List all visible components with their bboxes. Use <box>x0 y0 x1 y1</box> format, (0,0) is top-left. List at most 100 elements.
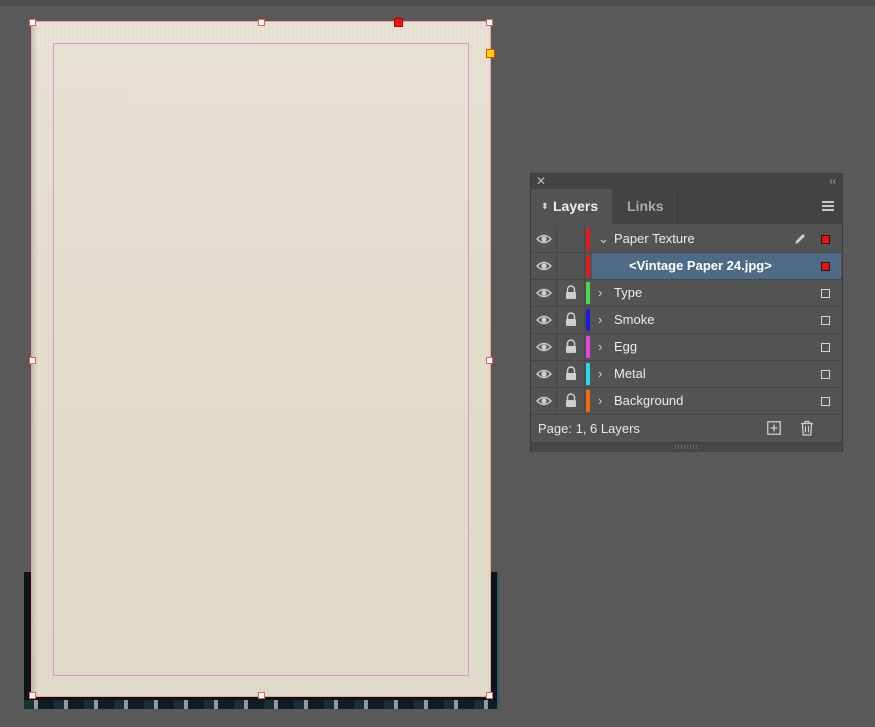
layer-name-area[interactable]: › Metal <box>592 361 841 387</box>
layer-list: ⌄ Paper Texture <Vintage Paper 24.jpg> ›… <box>531 226 842 415</box>
layer-name-area[interactable]: › Egg <box>592 334 841 360</box>
chevron-right-icon[interactable]: › <box>598 307 602 333</box>
layer-name: Smoke <box>614 312 655 327</box>
frame-handle-top-center[interactable] <box>258 19 265 26</box>
layer-name-area[interactable]: ⌄ Paper Texture <box>592 226 841 252</box>
panel-tabbar: ⬍ Layers Links <box>531 189 842 224</box>
layer-name-area[interactable]: <Vintage Paper 24.jpg> <box>592 253 841 279</box>
layer-row-metal[interactable]: › Metal <box>531 361 842 388</box>
frame-handle-middle-left[interactable] <box>29 357 36 364</box>
top-strip <box>0 0 875 6</box>
eye-icon <box>536 369 552 379</box>
layers-panel: ✕ ‹‹ ⬍ Layers Links ⌄ Paper Texture <Vin… <box>530 173 843 452</box>
lock-toggle[interactable] <box>557 280 585 306</box>
tab-label: Layers <box>553 198 599 214</box>
layer-color-swatch <box>586 228 590 250</box>
pasteboard[interactable]: ✕ ‹‹ ⬍ Layers Links ⌄ Paper Texture <Vin… <box>0 0 875 727</box>
chevron-right-icon[interactable]: › <box>598 280 602 306</box>
layer-count-status: Page: 1, 6 Layers <box>538 421 640 436</box>
panel-footer: Page: 1, 6 Layers <box>531 415 842 443</box>
frame-handle-top-right[interactable] <box>486 19 493 26</box>
layer-color-swatch <box>586 309 590 331</box>
layer-name: Type <box>614 285 643 300</box>
visibility-toggle[interactable] <box>531 226 557 252</box>
eye-icon <box>536 396 552 406</box>
selection-indicator[interactable] <box>821 262 830 271</box>
visibility-toggle[interactable] <box>531 334 557 360</box>
eye-icon <box>536 342 552 352</box>
layer-name-area[interactable]: › Background <box>592 388 841 414</box>
lock-icon <box>566 393 576 407</box>
lock-toggle[interactable] <box>557 388 585 414</box>
lock-icon <box>566 285 576 299</box>
chevron-right-icon[interactable]: › <box>598 361 602 387</box>
eye-icon <box>536 261 552 271</box>
new-layer-icon[interactable] <box>767 421 781 435</box>
panel-titlebar[interactable]: ✕ ‹‹ <box>531 174 842 189</box>
visibility-toggle[interactable] <box>531 253 557 279</box>
selection-indicator[interactable] <box>821 370 830 379</box>
pen-icon <box>795 234 805 244</box>
layer-row-egg[interactable]: › Egg <box>531 334 842 361</box>
panel-menu-icon[interactable] <box>822 201 834 211</box>
background-artwork-edge <box>24 700 497 709</box>
eye-icon <box>536 288 552 298</box>
layer-name: <Vintage Paper 24.jpg> <box>629 258 772 273</box>
layer-name: Paper Texture <box>614 231 695 246</box>
visibility-toggle[interactable] <box>531 280 557 306</box>
tab-layers[interactable]: ⬍ Layers <box>531 189 612 224</box>
lock-toggle[interactable] <box>557 226 585 252</box>
layer-color-swatch <box>586 336 590 358</box>
chevron-down-icon[interactable]: ⌄ <box>598 226 609 252</box>
lock-toggle[interactable] <box>557 334 585 360</box>
lock-toggle[interactable] <box>557 361 585 387</box>
layer-row-paper-texture[interactable]: ⌄ Paper Texture <box>531 226 842 253</box>
layer-name-area[interactable]: › Type <box>592 280 841 306</box>
grip-icon <box>675 445 699 449</box>
selection-indicator[interactable] <box>821 397 830 406</box>
frame-handle-top-left[interactable] <box>29 19 36 26</box>
selection-indicator[interactable] <box>821 316 830 325</box>
layer-color-swatch <box>586 282 590 304</box>
chevron-right-icon[interactable]: › <box>598 388 602 414</box>
selection-indicator[interactable] <box>821 289 830 298</box>
layer-name: Metal <box>614 366 646 381</box>
selection-indicator[interactable] <box>821 235 830 244</box>
margin-guide <box>53 43 469 676</box>
frame-handle-middle-right[interactable] <box>486 357 493 364</box>
layer-row-smoke[interactable]: › Smoke <box>531 307 842 334</box>
frame-handle-bottom-center[interactable] <box>258 692 265 699</box>
eye-icon <box>536 315 552 325</box>
lock-icon <box>566 366 576 380</box>
layer-row-type[interactable]: › Type <box>531 280 842 307</box>
trash-icon[interactable] <box>800 420 814 436</box>
visibility-toggle[interactable] <box>531 307 557 333</box>
tab-label: Links <box>627 198 664 214</box>
selection-indicator[interactable] <box>821 343 830 352</box>
frame-handle-bottom-right[interactable] <box>486 692 493 699</box>
visibility-toggle[interactable] <box>531 361 557 387</box>
eye-icon <box>536 234 552 244</box>
tab-links[interactable]: Links <box>613 189 678 224</box>
visibility-toggle[interactable] <box>531 388 557 414</box>
lock-toggle[interactable] <box>557 307 585 333</box>
layer-name: Egg <box>614 339 638 354</box>
chevron-right-icon[interactable]: › <box>598 334 602 360</box>
close-icon[interactable]: ✕ <box>536 174 546 189</box>
panel-resize-grip[interactable] <box>531 442 842 452</box>
layer-row-vintage-paper[interactable]: <Vintage Paper 24.jpg> <box>531 253 842 280</box>
frame-handle-bottom-left[interactable] <box>29 692 36 699</box>
tab-reorder-icon: ⬍ <box>541 201 549 211</box>
content-grabber-handle[interactable] <box>394 18 403 27</box>
lock-icon <box>566 312 576 326</box>
layer-color-swatch <box>586 363 590 385</box>
layer-color-swatch <box>586 390 590 412</box>
lock-icon <box>566 339 576 353</box>
layer-name: Background <box>614 393 684 408</box>
collapse-panel-icon[interactable]: ‹‹ <box>829 174 836 189</box>
lock-toggle[interactable] <box>557 253 585 279</box>
layer-row-background[interactable]: › Background <box>531 388 842 415</box>
layer-color-swatch <box>586 255 590 277</box>
corner-options-handle[interactable] <box>486 49 495 58</box>
layer-name-area[interactable]: › Smoke <box>592 307 841 333</box>
